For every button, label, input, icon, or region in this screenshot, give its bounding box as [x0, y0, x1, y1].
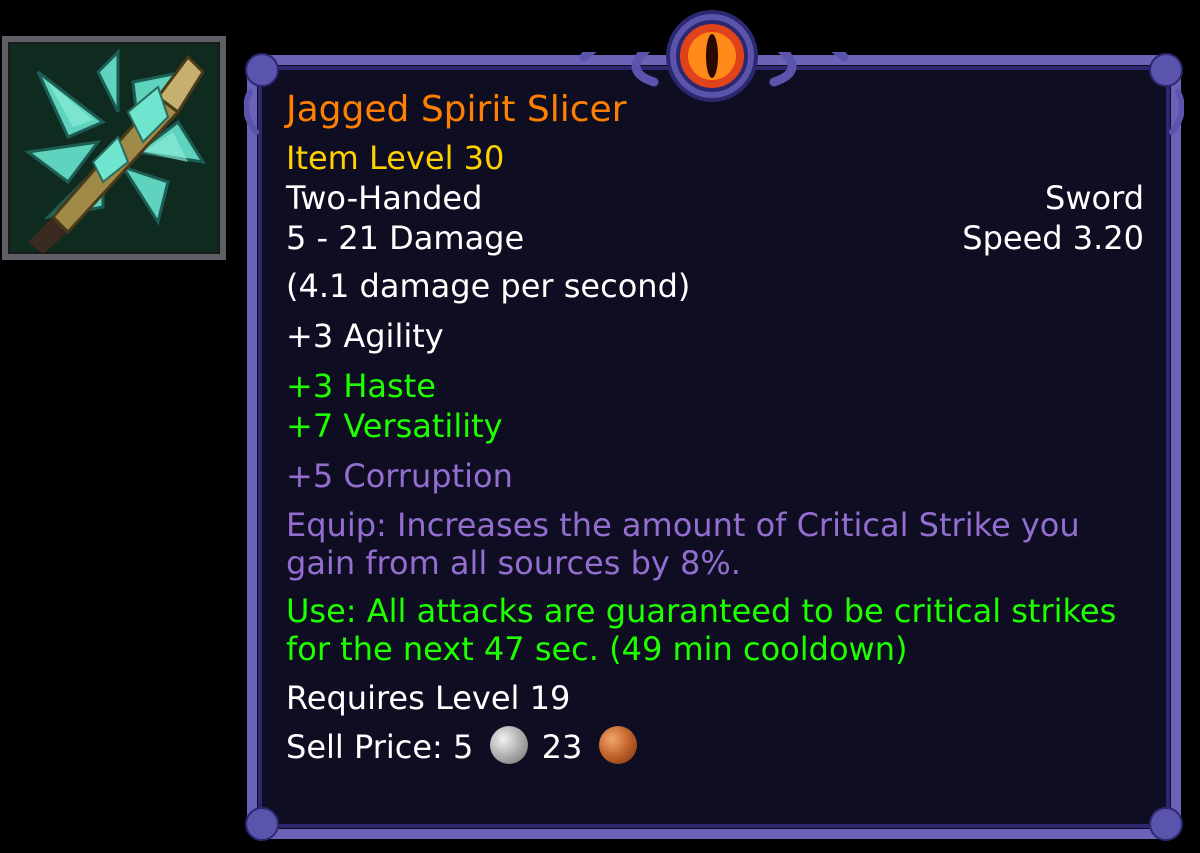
item-slot: Two-Handed [286, 179, 483, 217]
stat-corruption: +5 Corruption [286, 457, 513, 495]
damage-row: 5 - 21 Damage Speed 3.20 [286, 218, 1144, 258]
item-tooltip: Jagged Spirit Slicer Item Level 30 Two-H… [244, 52, 1184, 842]
item-speed: Speed 3.20 [962, 219, 1144, 257]
use-effect: Use: All attacks are guaranteed to be cr… [286, 592, 1117, 668]
stat-agility: +3 Agility [286, 317, 444, 355]
sell-price-silver: 5 [452, 728, 474, 766]
item-icon-frame[interactable] [2, 36, 226, 260]
sell-price-copper: 23 [541, 728, 583, 766]
stat-versatility: +7 Versatility [286, 407, 503, 445]
item-damage: 5 - 21 Damage [286, 219, 525, 257]
stat-haste: +3 Haste [286, 367, 436, 405]
requires-level: Requires Level 19 [286, 679, 571, 717]
equip-effect: Equip: Increases the amount of Critical … [286, 506, 1080, 582]
slot-row: Two-Handed Sword [286, 178, 1144, 218]
copper-coin-icon [598, 726, 637, 764]
eye-icon [666, 10, 758, 102]
silver-coin-icon [489, 726, 528, 764]
item-dps: (4.1 damage per second) [286, 267, 691, 305]
two-handed-sword-icon [8, 42, 220, 254]
item-type: Sword [1045, 179, 1144, 217]
item-level: Item Level 30 [286, 139, 505, 177]
sell-price-label: Sell Price: [286, 728, 443, 766]
tooltip-content: Jagged Spirit Slicer Item Level 30 Two-H… [286, 86, 1144, 767]
sell-price: Sell Price: 5 23 [286, 726, 1144, 767]
